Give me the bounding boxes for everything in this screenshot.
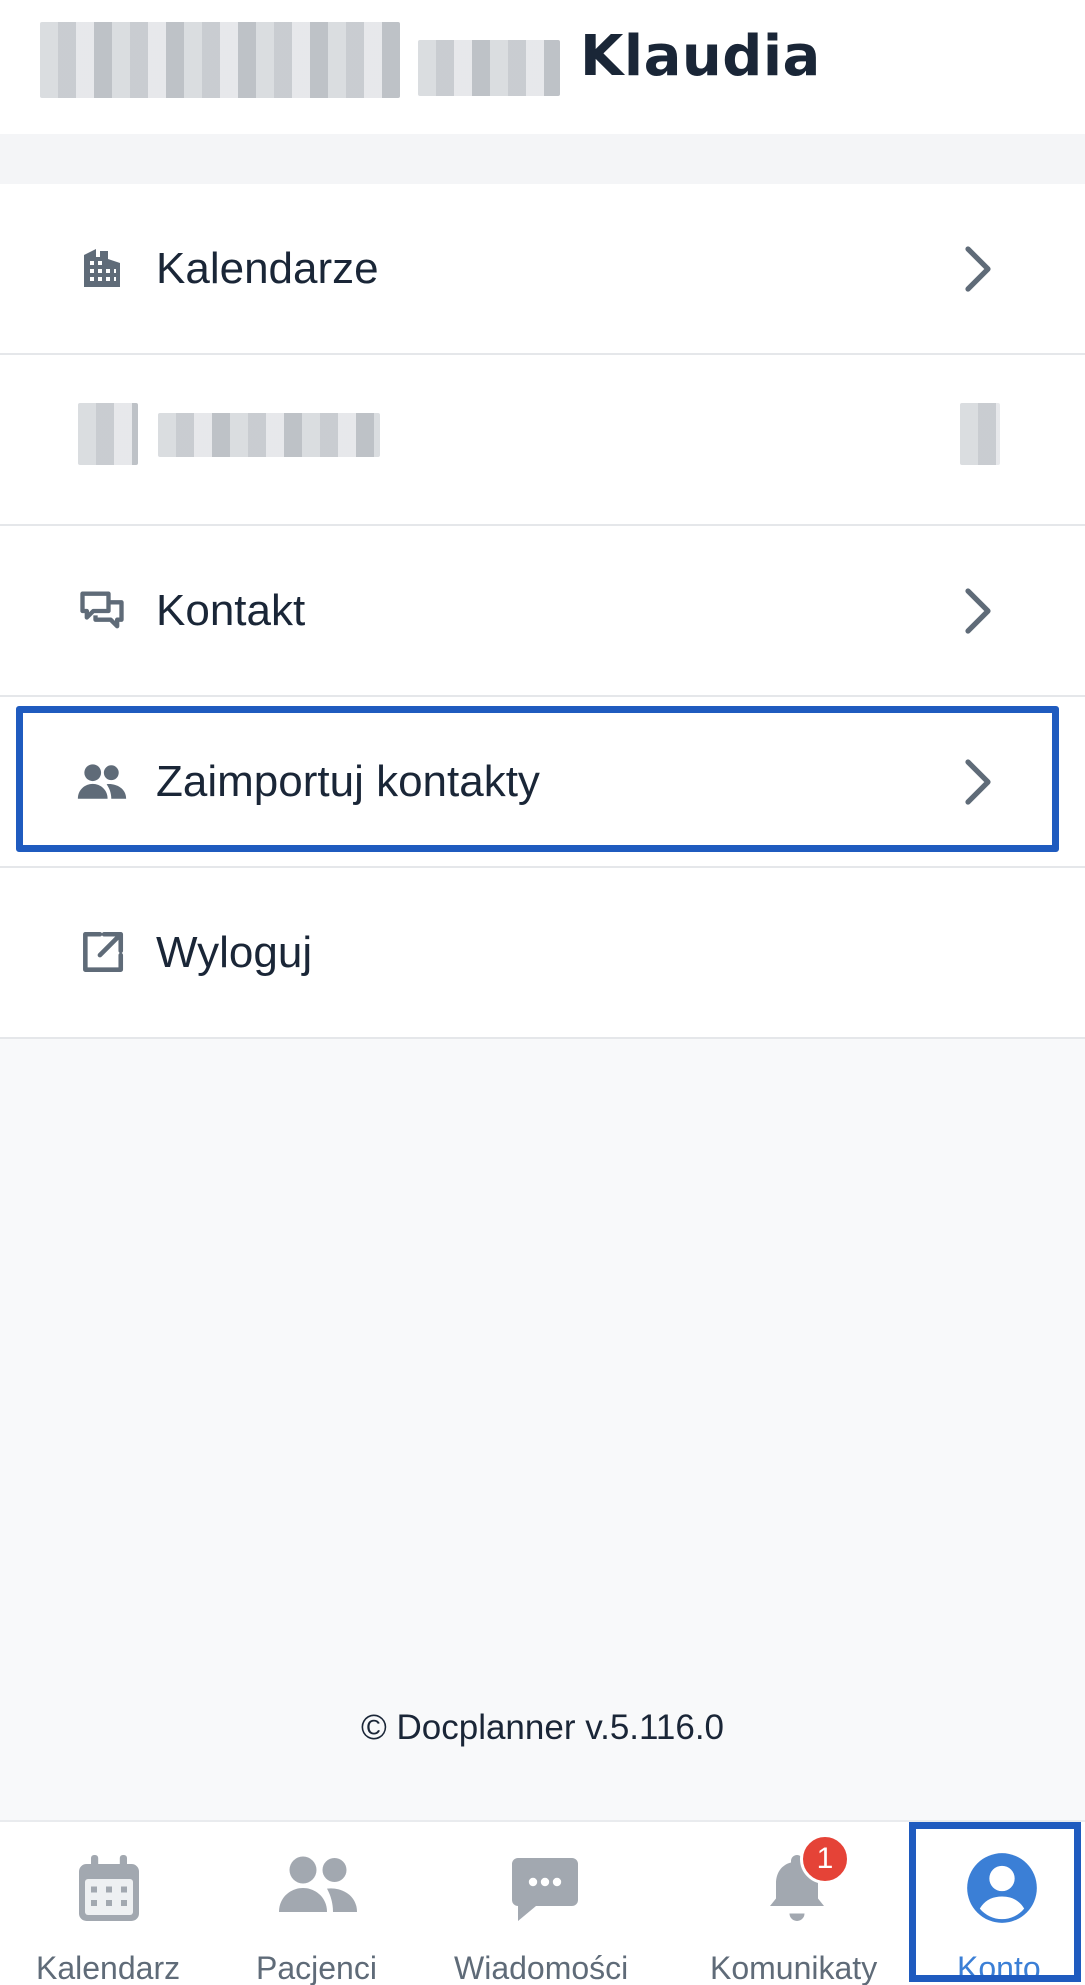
nav-item-pacjenci[interactable]: Pacjenci — [220, 1822, 420, 1985]
user-name: Klaudia — [580, 24, 821, 89]
nav-label: Komunikaty — [710, 1950, 878, 1985]
menu-item-redacted[interactable] — [0, 355, 1085, 526]
account-icon — [964, 1850, 1040, 1931]
app-version: © Docplanner v.5.116.0 — [360, 1708, 725, 1747]
nav-item-wiadomosci[interactable]: Wiadomości — [420, 1822, 670, 1985]
menu-item-kontakt[interactable]: Kontakt — [0, 526, 1085, 697]
bottom-navigation: Kalendarz Pacjenci Wiadomości 1 Komunika… — [0, 1820, 1085, 1985]
redacted-text — [418, 40, 560, 96]
chevron-right-icon — [958, 585, 998, 637]
building-icon — [76, 243, 128, 295]
people-icon — [76, 756, 128, 808]
calendar-icon — [76, 1852, 142, 1929]
nav-item-komunikaty[interactable]: 1 Komunikaty — [690, 1822, 905, 1985]
nav-label: Pacjenci — [256, 1950, 377, 1985]
menu-item-kalendarze[interactable]: Kalendarze — [0, 184, 1085, 355]
menu-item-wyloguj[interactable]: Wyloguj — [0, 868, 1085, 1039]
menu-item-label: Zaimportuj kontakty — [156, 756, 540, 806]
nav-label: Konto — [957, 1950, 1041, 1985]
section-gap — [0, 134, 1085, 184]
menu-item-label: Kontakt — [156, 585, 306, 635]
redacted-text — [40, 22, 400, 98]
menu-item-label: Kalendarze — [156, 243, 379, 293]
notification-badge: 1 — [800, 1834, 850, 1884]
redacted-icon — [78, 403, 138, 465]
nav-label: Wiadomości — [454, 1950, 629, 1985]
menu-item-label: Wyloguj — [156, 927, 313, 977]
chevron-right-icon — [958, 756, 998, 808]
nav-item-konto[interactable]: Konto — [909, 1822, 1085, 1985]
chat-bubbles-icon — [76, 585, 128, 637]
account-header: Klaudia — [0, 0, 1085, 134]
external-link-icon — [76, 927, 128, 979]
chevron-right-icon — [958, 243, 998, 295]
redacted-label — [158, 413, 380, 457]
nav-label: Kalendarz — [36, 1950, 181, 1985]
patients-icon — [276, 1852, 360, 1923]
account-menu: Kalendarze Kontakt Zaimportuj kontakty W… — [0, 184, 1085, 1039]
nav-item-kalendarz[interactable]: Kalendarz — [0, 1822, 220, 1985]
redacted-chevron — [960, 403, 1000, 465]
menu-item-zaimportuj-kontakty[interactable]: Zaimportuj kontakty — [0, 697, 1085, 868]
message-icon — [508, 1852, 582, 1929]
